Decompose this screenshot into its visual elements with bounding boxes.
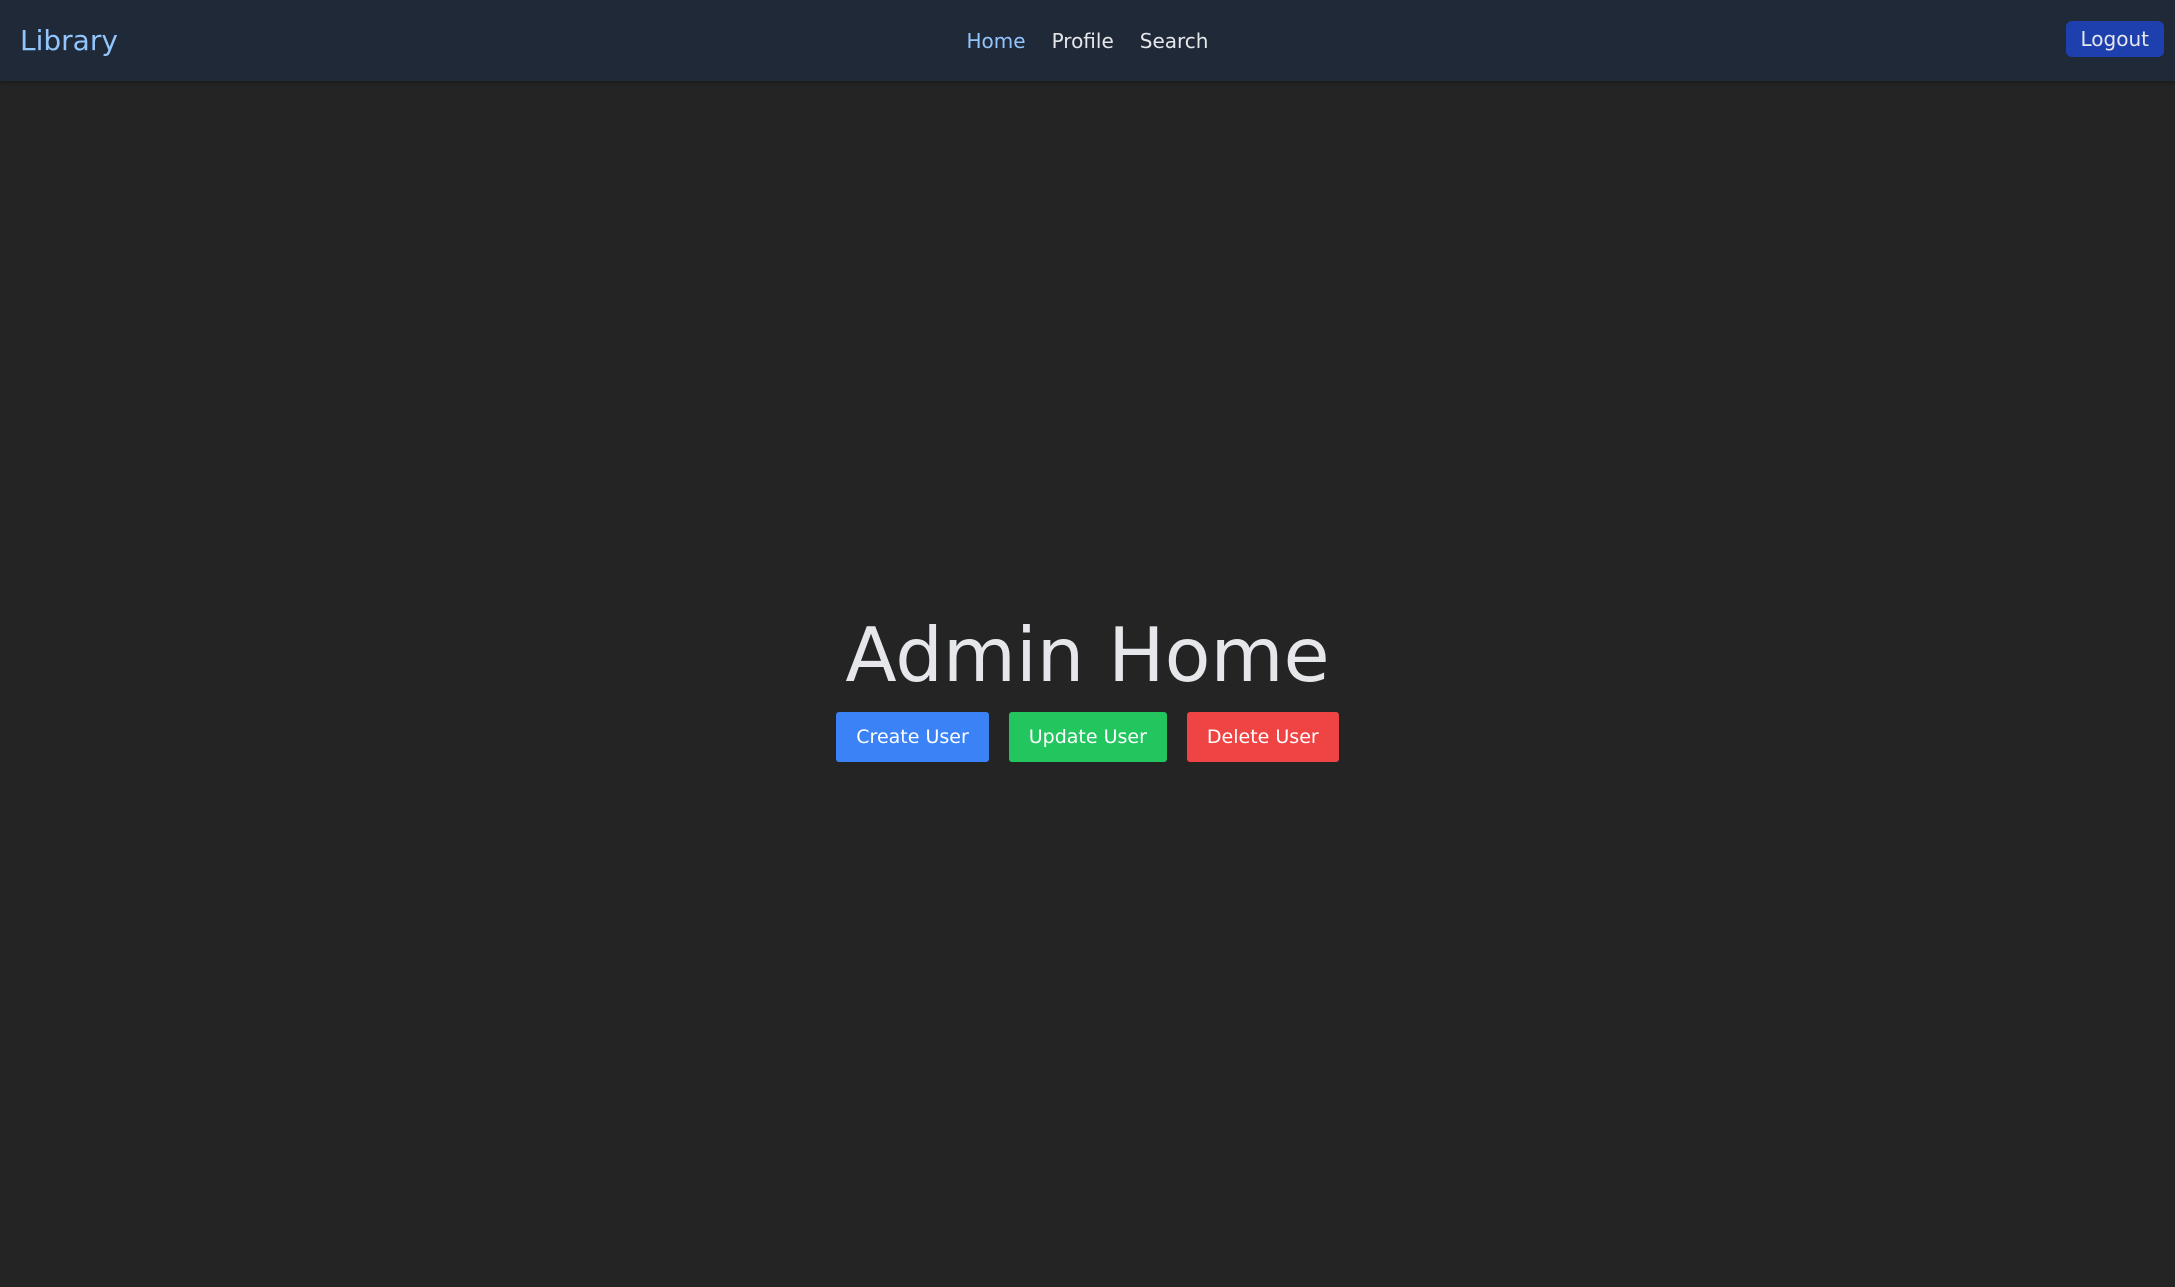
brand-link[interactable]: Library xyxy=(20,0,118,81)
page-title: Admin Home xyxy=(845,611,1330,699)
delete-user-button[interactable]: Delete User xyxy=(1186,712,1339,762)
nav-links: Home Profile Search xyxy=(0,0,2175,81)
logout-button[interactable]: Logout xyxy=(2065,21,2164,57)
nav-link-home[interactable]: Home xyxy=(967,29,1026,53)
top-navbar: Library Home Profile Search Logout xyxy=(0,0,2175,81)
nav-link-search[interactable]: Search xyxy=(1140,29,1209,53)
admin-home-panel: Admin Home Create User Update User Delet… xyxy=(0,607,2175,762)
user-actions: Create User Update User Delete User xyxy=(0,712,2175,762)
nav-link-profile[interactable]: Profile xyxy=(1052,29,1114,53)
create-user-button[interactable]: Create User xyxy=(836,712,989,762)
update-user-button[interactable]: Update User xyxy=(1008,712,1167,762)
